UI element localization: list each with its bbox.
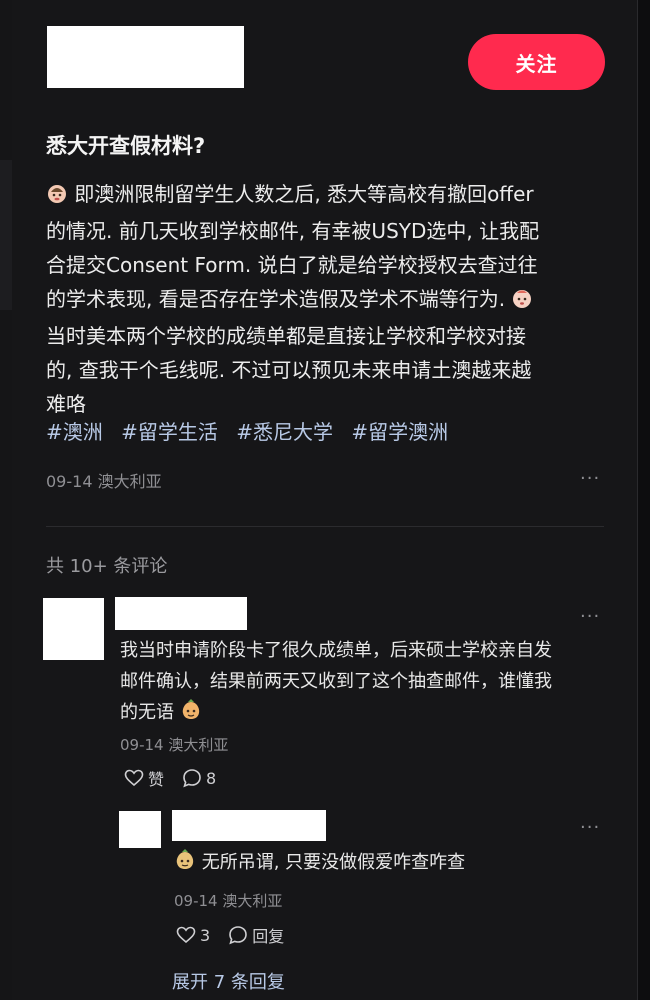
reply-button[interactable]: 回复 xyxy=(228,923,284,947)
hashtag[interactable]: #澳洲 xyxy=(46,420,103,444)
comment-location: 澳大利亚 xyxy=(168,736,229,754)
comment-bubble-icon xyxy=(183,769,201,788)
post-body: 即澳洲限制留学生人数之后, 悉大等高校有撤回offer 的情况. 前几天收到学校… xyxy=(46,177,606,421)
comment-count: 共 10+ 条评论 xyxy=(46,556,168,577)
follow-button[interactable]: 关注 xyxy=(468,34,605,90)
comment-text-line: 我当时申请阶段卡了很久成绩单，后来硕士学校亲自发 xyxy=(120,640,552,661)
post-body-line: 合提交Consent Form. 说白了就是给学校授权去查过往 xyxy=(46,253,538,277)
reply-meta: 09-14 澳大利亚 xyxy=(174,890,282,911)
post-body-line: 的情况. 前几天收到学校邮件, 有幸被USYD选中, 让我配 xyxy=(46,219,540,243)
like-label: 赞 xyxy=(148,770,165,789)
post-body-line: 的学术表现, 看是否存在学术造假及学术不端等行为. xyxy=(46,287,506,311)
post-body-line: 的, 查我干个毛线呢. 不过可以预见未来申请土澳越来越 xyxy=(46,358,532,382)
comment-actions: 赞 8 xyxy=(124,766,234,790)
reply-text: 无所吊谓, 只要没做假爱咋查咋查 xyxy=(174,847,604,881)
reply-location: 澳大利亚 xyxy=(222,892,283,910)
reply-like-button[interactable]: 3 xyxy=(176,926,210,945)
comment-bubble-icon xyxy=(229,926,247,945)
divider xyxy=(46,526,604,527)
emoji-icon xyxy=(511,285,533,319)
reply-count: 8 xyxy=(206,768,217,788)
comment-date: 09-14 xyxy=(120,736,164,754)
comment-avatar-redacted[interactable] xyxy=(43,598,104,660)
comment-text-line: 的无语 xyxy=(120,702,174,723)
reply-avatar-redacted[interactable] xyxy=(119,811,161,848)
comment-text-line: 邮件确认，结果前两天又收到了这个抽查邮件，谁懂我 xyxy=(120,671,552,692)
hashtag-list: #澳洲 #留学生活 #悉尼大学 #留学澳洲 xyxy=(46,416,460,445)
comment-text: 我当时申请阶段卡了很久成绩单，后来硕士学校亲自发 邮件确认，结果前两天又收到了这… xyxy=(120,635,610,731)
post-more-button[interactable]: ··· xyxy=(580,468,600,489)
comment-more-button[interactable]: ··· xyxy=(580,606,600,627)
background-window-strip xyxy=(0,0,12,1000)
like-button[interactable]: 赞 xyxy=(124,766,164,790)
comment-author-redacted[interactable] xyxy=(115,597,247,630)
hashtag[interactable]: #留学生活 xyxy=(121,420,218,444)
hashtag[interactable]: #悉尼大学 xyxy=(236,420,333,444)
reply-text-line: 无所吊谓, 只要没做假爱咋查咋查 xyxy=(201,852,466,873)
reply-author-redacted[interactable] xyxy=(172,810,326,841)
author-name-redacted[interactable] xyxy=(47,26,244,88)
comment-meta: 09-14 澳大利亚 xyxy=(120,734,228,755)
reply-more-button[interactable]: ··· xyxy=(580,817,600,838)
expand-replies-link[interactable]: 展开 7 条回复 xyxy=(172,968,285,994)
post-body-line: 当时美本两个学校的成绩单都是直接让学校和学校对接 xyxy=(46,324,526,348)
emoji-icon xyxy=(46,180,68,214)
post-meta: 09-14 澳大利亚 xyxy=(46,468,162,492)
emoji-icon xyxy=(180,699,202,731)
emoji-icon xyxy=(174,849,196,881)
post-date: 09-14 xyxy=(46,472,93,491)
heart-icon xyxy=(124,769,144,787)
reply-like-count: 3 xyxy=(200,925,211,945)
post-title: 悉大开查假材料? xyxy=(46,134,206,158)
reply-label: 回复 xyxy=(252,927,285,946)
reply-actions: 3 回复 xyxy=(176,923,302,947)
reply-count-button[interactable]: 8 xyxy=(182,768,216,788)
post-location: 澳大利亚 xyxy=(97,472,162,491)
heart-icon xyxy=(176,926,196,944)
reply-date: 09-14 xyxy=(174,892,218,910)
hashtag[interactable]: #留学澳洲 xyxy=(351,420,448,444)
post-body-line: 即澳洲限制留学生人数之后, 悉大等高校有撤回offer xyxy=(74,182,534,206)
